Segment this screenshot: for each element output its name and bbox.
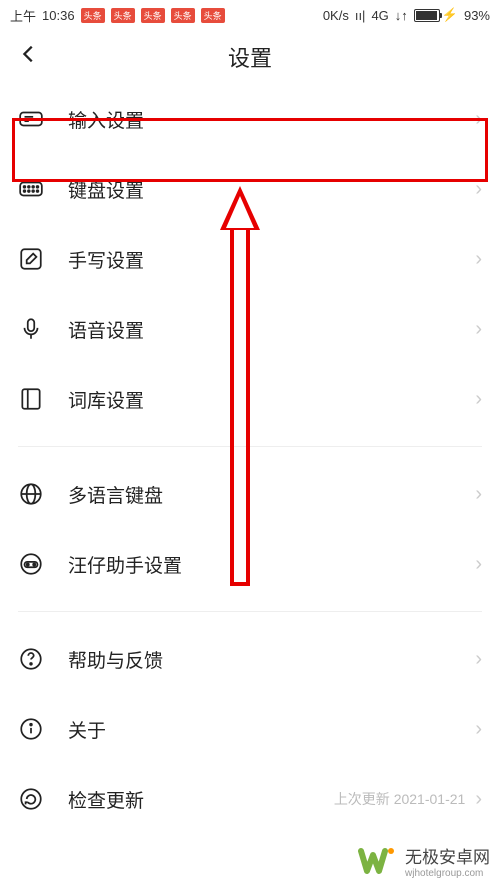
item-label: 多语言键盘 [68, 481, 475, 508]
chevron-right-icon: › [475, 318, 482, 341]
settings-item-input[interactable]: 输入设置 › [18, 84, 482, 154]
settings-item-about[interactable]: 关于 › [18, 694, 482, 764]
settings-item-dictionary[interactable]: 词库设置 › [18, 364, 482, 434]
chevron-right-icon: › [475, 483, 482, 506]
item-label: 语音设置 [68, 316, 475, 343]
back-button[interactable] [18, 43, 40, 72]
chevron-right-icon: › [475, 178, 482, 201]
battery-indicator: ⚡ [414, 7, 458, 23]
chevron-right-icon: › [475, 553, 482, 576]
settings-item-voice[interactable]: 语音设置 › [18, 294, 482, 364]
input-icon [18, 106, 44, 132]
item-label: 检查更新 [68, 786, 334, 813]
settings-item-handwrite[interactable]: 手写设置 › [18, 224, 482, 294]
settings-item-help[interactable]: 帮助与反馈 › [18, 624, 482, 694]
signal-icon: ıı| [355, 8, 366, 23]
help-icon [18, 646, 44, 672]
watermark-name: 无极安卓网 [405, 843, 490, 868]
charging-icon: ⚡ [442, 7, 458, 23]
watermark: 无极安卓网 wjhotelgroup.com [357, 841, 490, 881]
settings-item-update[interactable]: 检查更新 上次更新 2021-01-21 › [18, 764, 482, 834]
status-badge: 头条 [201, 8, 225, 23]
data-icon: ↓↑ [395, 8, 408, 23]
item-label: 关于 [68, 716, 475, 743]
chevron-right-icon: › [475, 388, 482, 411]
chevron-right-icon: › [475, 788, 482, 811]
settings-item-assistant[interactable]: 汪仔助手设置 › [18, 529, 482, 599]
chevron-right-icon: › [475, 108, 482, 131]
settings-list: 输入设置 › 键盘设置 › 手写设置 › 语音设置 › 词库设置 › 多 [0, 84, 500, 834]
status-badge: 头条 [81, 8, 105, 23]
chevron-right-icon: › [475, 718, 482, 741]
item-label: 词库设置 [68, 386, 475, 413]
time-prefix: 上午 [10, 6, 36, 25]
network-speed: 0K/s [323, 8, 349, 23]
page-title: 设置 [228, 41, 272, 73]
item-label: 帮助与反馈 [68, 646, 475, 673]
item-label: 手写设置 [68, 246, 475, 273]
status-right: 0K/s ıı| 4G ↓↑ ⚡ 93% [323, 7, 490, 23]
handwrite-icon [18, 246, 44, 272]
keyboard-icon [18, 176, 44, 202]
status-time: 10:36 [42, 8, 75, 23]
watermark-url: wjhotelgroup.com [405, 868, 490, 879]
page-header: 设置 [0, 30, 500, 84]
assistant-icon [18, 551, 44, 577]
status-badge: 头条 [111, 8, 135, 23]
divider [18, 611, 482, 612]
update-icon [18, 786, 44, 812]
network-type: 4G [371, 8, 388, 23]
settings-item-multilang[interactable]: 多语言键盘 › [18, 459, 482, 529]
item-extra-text: 上次更新 2021-01-21 [334, 789, 466, 809]
settings-item-keyboard[interactable]: 键盘设置 › [18, 154, 482, 224]
divider [18, 446, 482, 447]
status-bar: 上午 10:36 头条 头条 头条 头条 头条 0K/s ıı| 4G ↓↑ ⚡… [0, 0, 500, 30]
item-label: 汪仔助手设置 [68, 551, 475, 578]
status-left: 上午 10:36 头条 头条 头条 头条 头条 [10, 6, 225, 25]
chevron-right-icon: › [475, 648, 482, 671]
voice-icon [18, 316, 44, 342]
dictionary-icon [18, 386, 44, 412]
battery-percent: 93% [464, 8, 490, 23]
status-badge: 头条 [171, 8, 195, 23]
globe-icon [18, 481, 44, 507]
item-label: 输入设置 [68, 106, 475, 133]
about-icon [18, 716, 44, 742]
status-badge: 头条 [141, 8, 165, 23]
item-label: 键盘设置 [68, 176, 475, 203]
watermark-logo [357, 841, 397, 881]
chevron-right-icon: › [475, 248, 482, 271]
